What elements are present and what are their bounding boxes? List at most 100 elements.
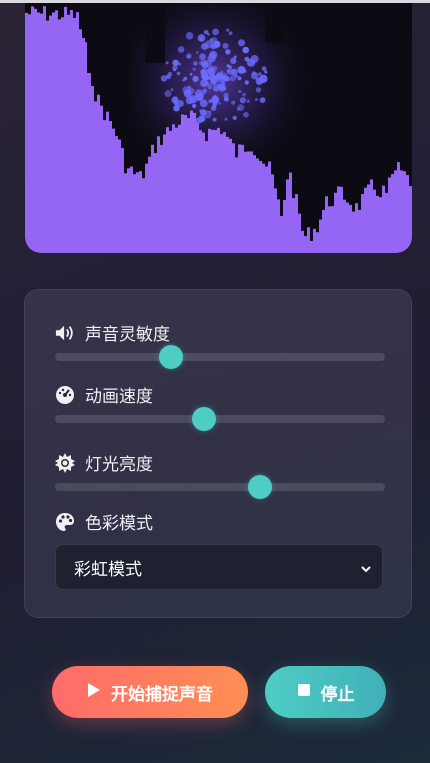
spectrum-bar <box>358 209 361 253</box>
spectrum-bar <box>277 199 280 253</box>
speed-slider-thumb[interactable] <box>191 407 216 431</box>
spectrum-bar <box>391 174 394 253</box>
stop-icon <box>297 682 311 702</box>
spectrum-bar <box>238 144 241 253</box>
spectrum-bar <box>61 17 64 253</box>
particle <box>183 89 192 98</box>
particle <box>207 84 213 90</box>
spectrum-bar <box>46 20 49 253</box>
spectrum-bar <box>85 42 88 253</box>
spectrum-bar <box>268 161 271 253</box>
spectrum-bar <box>319 219 322 253</box>
spectrum-bar <box>283 199 286 253</box>
spectrum-bar <box>226 136 229 253</box>
particle <box>237 76 242 81</box>
spectrum-bar <box>172 124 175 253</box>
spectrum-bar <box>313 228 316 253</box>
color-mode-label-row: 色彩模式 <box>55 509 153 534</box>
sensitivity-slider[interactable] <box>55 345 385 369</box>
particle <box>176 71 181 76</box>
particle <box>255 98 258 101</box>
spectrum-bar <box>169 130 172 253</box>
spectrum-bar <box>220 134 223 253</box>
particle <box>237 67 243 73</box>
spectrum-bar <box>121 148 124 253</box>
spectrum-bar <box>295 194 298 253</box>
spectrum-bar <box>79 29 82 253</box>
brightness-label-row: 灯光亮度 <box>55 450 153 475</box>
spectrum-bar <box>397 162 400 253</box>
spectrum-bar <box>67 14 70 253</box>
spectrum-bar <box>256 158 259 253</box>
particle <box>243 69 247 73</box>
stop-button-label: 停止 <box>320 684 355 705</box>
particle <box>261 66 267 72</box>
sun-icon <box>55 452 75 473</box>
particle <box>215 72 224 80</box>
stop-button[interactable]: 停止 <box>265 666 386 718</box>
spectrum-bar <box>187 118 190 253</box>
particle <box>258 72 262 76</box>
spectrum-bar <box>364 187 367 253</box>
spectrum-bar <box>106 111 109 253</box>
particle <box>226 64 230 68</box>
spectrum-bar <box>58 19 61 253</box>
spectrum-gap <box>145 3 165 63</box>
chevron-down-icon <box>360 560 372 580</box>
start-button-label: 开始捕捉声音 <box>111 684 213 705</box>
speed-slider[interactable] <box>55 407 385 431</box>
spectrum-bar <box>52 12 55 253</box>
particle <box>222 75 229 82</box>
spectrum-bar <box>307 227 310 253</box>
spectrum-bar <box>322 209 325 253</box>
spectrum-bar <box>280 216 283 253</box>
spectrum-bar <box>28 14 31 253</box>
spectrum-bar <box>103 120 106 253</box>
spectrum-bar <box>361 194 364 253</box>
particle <box>200 109 207 116</box>
particle <box>177 46 185 53</box>
brightness-slider[interactable] <box>55 475 385 499</box>
particle <box>189 72 193 76</box>
spectrum-bar <box>310 240 313 253</box>
spectrum-bar <box>406 175 409 253</box>
particle <box>243 112 249 118</box>
spectrum-bar <box>328 206 331 253</box>
particle <box>213 100 218 105</box>
sensitivity-slider-thumb[interactable] <box>158 345 183 369</box>
particle <box>187 85 191 89</box>
particle <box>170 88 174 92</box>
particle <box>255 77 264 85</box>
particle <box>246 99 250 103</box>
spectrum-bar <box>202 132 205 253</box>
spectrum-bar <box>343 199 346 253</box>
spectrum-bar <box>349 204 352 253</box>
spectrum-bar <box>409 186 412 253</box>
particle <box>212 104 216 108</box>
particle <box>192 67 196 71</box>
particle <box>202 88 207 94</box>
spectrum-bar <box>214 129 217 253</box>
spectrum-bar <box>403 171 406 253</box>
particle <box>165 61 169 65</box>
spectrum-bar <box>124 173 127 253</box>
particle <box>199 53 206 61</box>
particle <box>226 28 230 32</box>
spectrum-bar <box>265 166 268 253</box>
spectrum-bar <box>109 121 112 253</box>
particle <box>218 101 221 105</box>
brightness-slider-thumb[interactable] <box>247 475 272 499</box>
spectrum-gap <box>103 3 113 103</box>
spectrum-bar <box>55 10 58 253</box>
color-mode-select[interactable]: 彩虹模式 <box>55 544 383 590</box>
start-capture-button[interactable]: 开始捕捉声音 <box>52 666 248 718</box>
color-mode-label: 色彩模式 <box>85 514 153 534</box>
spectrum-bar <box>34 8 37 253</box>
particle <box>164 90 172 97</box>
spectrum-bar <box>31 6 34 253</box>
spectrum-bar <box>118 139 121 253</box>
particle <box>222 42 229 49</box>
spectrum-bar <box>244 151 247 253</box>
spectrum-bar <box>178 124 181 253</box>
spectrum-bar <box>250 151 253 253</box>
